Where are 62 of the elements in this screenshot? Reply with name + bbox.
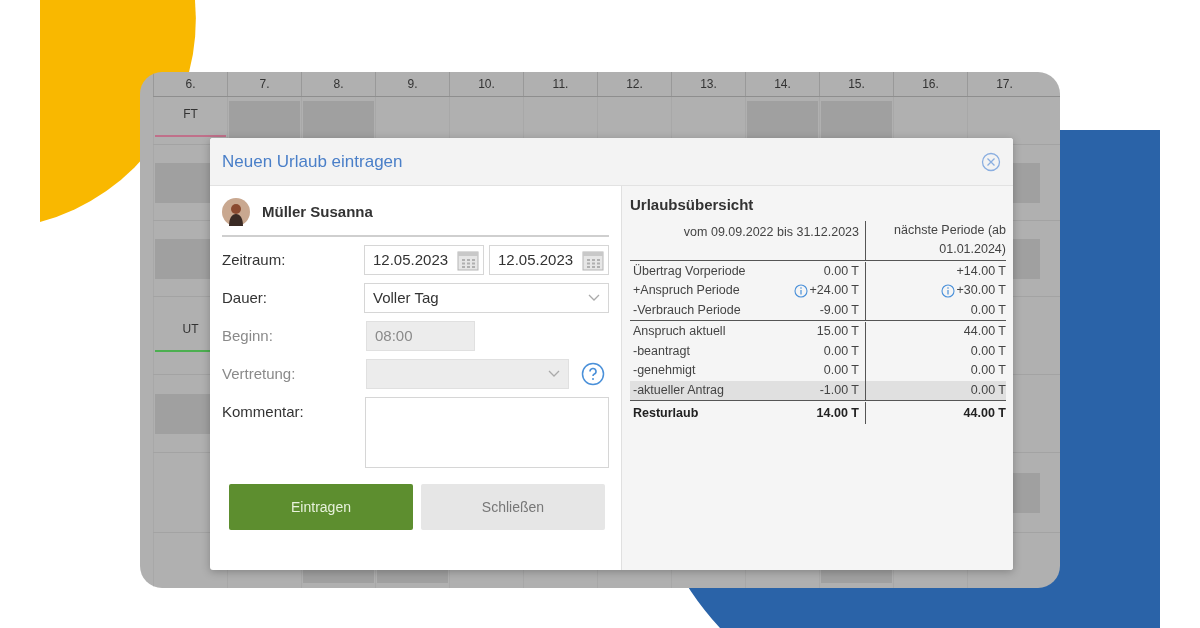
field-label: Zeitraum: — [222, 249, 287, 270]
day-header: 7. — [227, 72, 301, 96]
row-label: -beantragt — [633, 342, 690, 360]
value-cell-text: +14.00 T — [956, 262, 1006, 280]
day-header: 15. — [819, 72, 893, 96]
row-label: Anspruch aktuell — [633, 323, 726, 341]
chevron-down-icon — [588, 294, 600, 302]
close-button[interactable]: Schließen — [421, 484, 605, 530]
value-cell-text: 44.00 T — [963, 404, 1006, 422]
chevron-down-icon — [548, 370, 560, 378]
day-header: 13. — [671, 72, 745, 96]
day-header: 10. — [449, 72, 523, 96]
field-label: Kommentar: — [222, 402, 305, 422]
day-header: 6. — [153, 72, 227, 96]
employee-name: Müller Susanna — [262, 201, 373, 222]
close-icon[interactable] — [981, 151, 1001, 172]
calendar-icon[interactable] — [457, 249, 479, 271]
value-cell-text: 14.00 T — [816, 404, 859, 422]
value-cell-text: 0.00 T — [970, 362, 1006, 380]
day-header: 12. — [597, 72, 671, 96]
info-icon[interactable] — [940, 283, 955, 298]
dialog-title: Neuen Urlaub eintragen — [222, 150, 403, 173]
select-field[interactable]: Voller Tag — [364, 283, 609, 313]
value-cell-text: -1.00 T — [819, 381, 859, 399]
day-header: 17. — [967, 72, 1041, 96]
value-cell-text: 44.00 T — [963, 323, 1006, 341]
value-cell-text: 0.00 T — [970, 301, 1006, 319]
row-label: Übertrag Vorperiode — [633, 262, 746, 280]
day-header: 8. — [301, 72, 375, 96]
value-cell-text: 15.00 T — [816, 323, 859, 341]
day-header: 16. — [893, 72, 967, 96]
help-icon[interactable] — [581, 362, 605, 386]
field-label: Beginn: — [222, 325, 274, 346]
day-header: 11. — [523, 72, 597, 96]
field-label: Vertretung: — [222, 363, 297, 384]
row-label: -aktueller Antrag — [633, 381, 725, 399]
row-label: FT — [183, 105, 198, 123]
row-label: -genehmigt — [633, 362, 696, 380]
avatar — [222, 198, 250, 226]
value-cell-text: +24.00 T — [809, 282, 859, 300]
date-field[interactable]: 12.05.2023 — [364, 245, 484, 275]
date-field[interactable]: 12.05.2023 — [489, 245, 609, 275]
column-header: vom 09.09.2022 bis 31.12.2023 — [683, 224, 859, 239]
row-label: UT — [182, 320, 199, 338]
day-header: 14. — [745, 72, 819, 96]
day-header: 9. — [375, 72, 449, 96]
calendar-icon[interactable] — [582, 249, 604, 271]
value-cell-text: 0.00 T — [823, 262, 859, 280]
comment-field[interactable] — [365, 397, 609, 468]
row-label: Resturlaub — [633, 404, 699, 422]
value-cell-text: 0.00 T — [823, 342, 859, 360]
overview-title: Urlaubsübersicht — [630, 195, 755, 215]
value-cell-text: -9.00 T — [819, 301, 859, 319]
row-label: +Anspruch Periode — [633, 282, 740, 300]
value-cell-text: 0.00 T — [970, 381, 1006, 399]
info-icon[interactable] — [793, 283, 808, 298]
column-header: nächste Periode (ab 01.01.2024) — [894, 222, 1006, 256]
value-cell-text: 0.00 T — [970, 342, 1006, 360]
field-label: Dauer: — [222, 287, 269, 308]
value-cell-text: 0.00 T — [823, 362, 859, 380]
row-label: -Verbrauch Periode — [633, 301, 741, 319]
value-cell-text: +30.00 T — [956, 282, 1006, 300]
